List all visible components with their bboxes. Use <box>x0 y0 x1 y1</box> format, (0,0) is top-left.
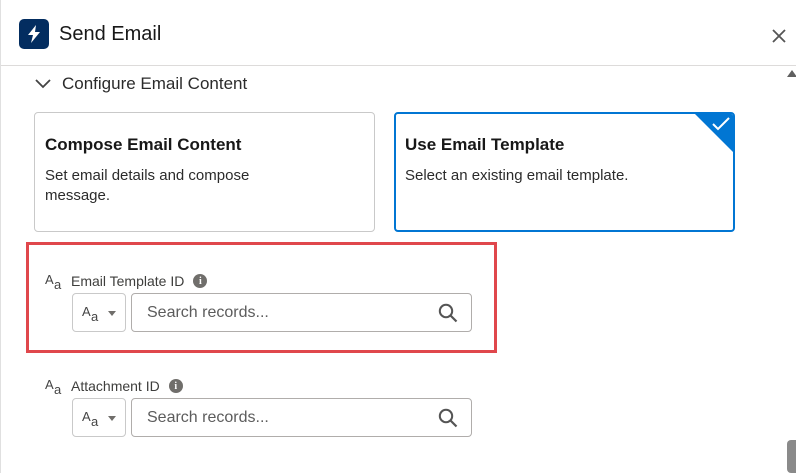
search-icon[interactable] <box>438 303 458 323</box>
send-email-panel: Send Email Configure Email Content Compo… <box>0 0 796 473</box>
attachment-id-search-input[interactable] <box>133 400 423 435</box>
chevron-down-icon <box>35 79 51 89</box>
card-title: Compose Email Content <box>45 135 242 154</box>
attachment-id-label-row: Aa Attachment ID i <box>45 377 183 397</box>
card-title: Use Email Template <box>405 135 565 154</box>
close-button[interactable] <box>767 24 791 48</box>
lightning-icon <box>19 19 49 49</box>
compose-email-content-card[interactable]: Compose Email Content Set email details … <box>34 112 375 232</box>
attachment-id-type-selector[interactable]: Aa <box>72 398 126 437</box>
panel-title: Send Email <box>59 23 162 45</box>
field-label: Attachment ID <box>71 378 160 394</box>
checkmark-icon <box>712 117 730 131</box>
scrollbar-thumb[interactable] <box>787 440 796 473</box>
attachment-id-search-box <box>131 398 472 437</box>
email-template-id-type-selector[interactable]: Aa <box>72 293 126 332</box>
caret-down-icon <box>108 311 116 316</box>
card-description: Select an existing email template. <box>405 167 629 184</box>
text-type-icon: Aa <box>45 377 62 397</box>
close-icon <box>772 29 786 43</box>
field-label: Email Template ID <box>71 273 185 289</box>
info-icon[interactable]: i <box>193 274 208 288</box>
card-description: Set email details and compose message. <box>45 167 250 204</box>
use-email-template-card[interactable]: Use Email Template Select an existing em… <box>394 112 735 232</box>
search-icon[interactable] <box>438 408 458 428</box>
email-template-id-label-row: Aa Email Template ID i <box>45 272 208 292</box>
panel-header: Send Email <box>1 0 796 66</box>
section-toggle-configure-email-content[interactable]: Configure Email Content <box>35 72 247 96</box>
section-label: Configure Email Content <box>62 74 248 93</box>
text-type-icon: Aa <box>82 409 99 429</box>
info-icon[interactable]: i <box>168 379 183 393</box>
email-template-id-search-box <box>131 293 472 332</box>
email-template-id-search-input[interactable] <box>133 295 423 330</box>
caret-down-icon <box>108 416 116 421</box>
scroll-up-arrow[interactable] <box>787 70 796 77</box>
text-type-icon: Aa <box>82 304 99 324</box>
text-type-icon: Aa <box>45 272 62 292</box>
